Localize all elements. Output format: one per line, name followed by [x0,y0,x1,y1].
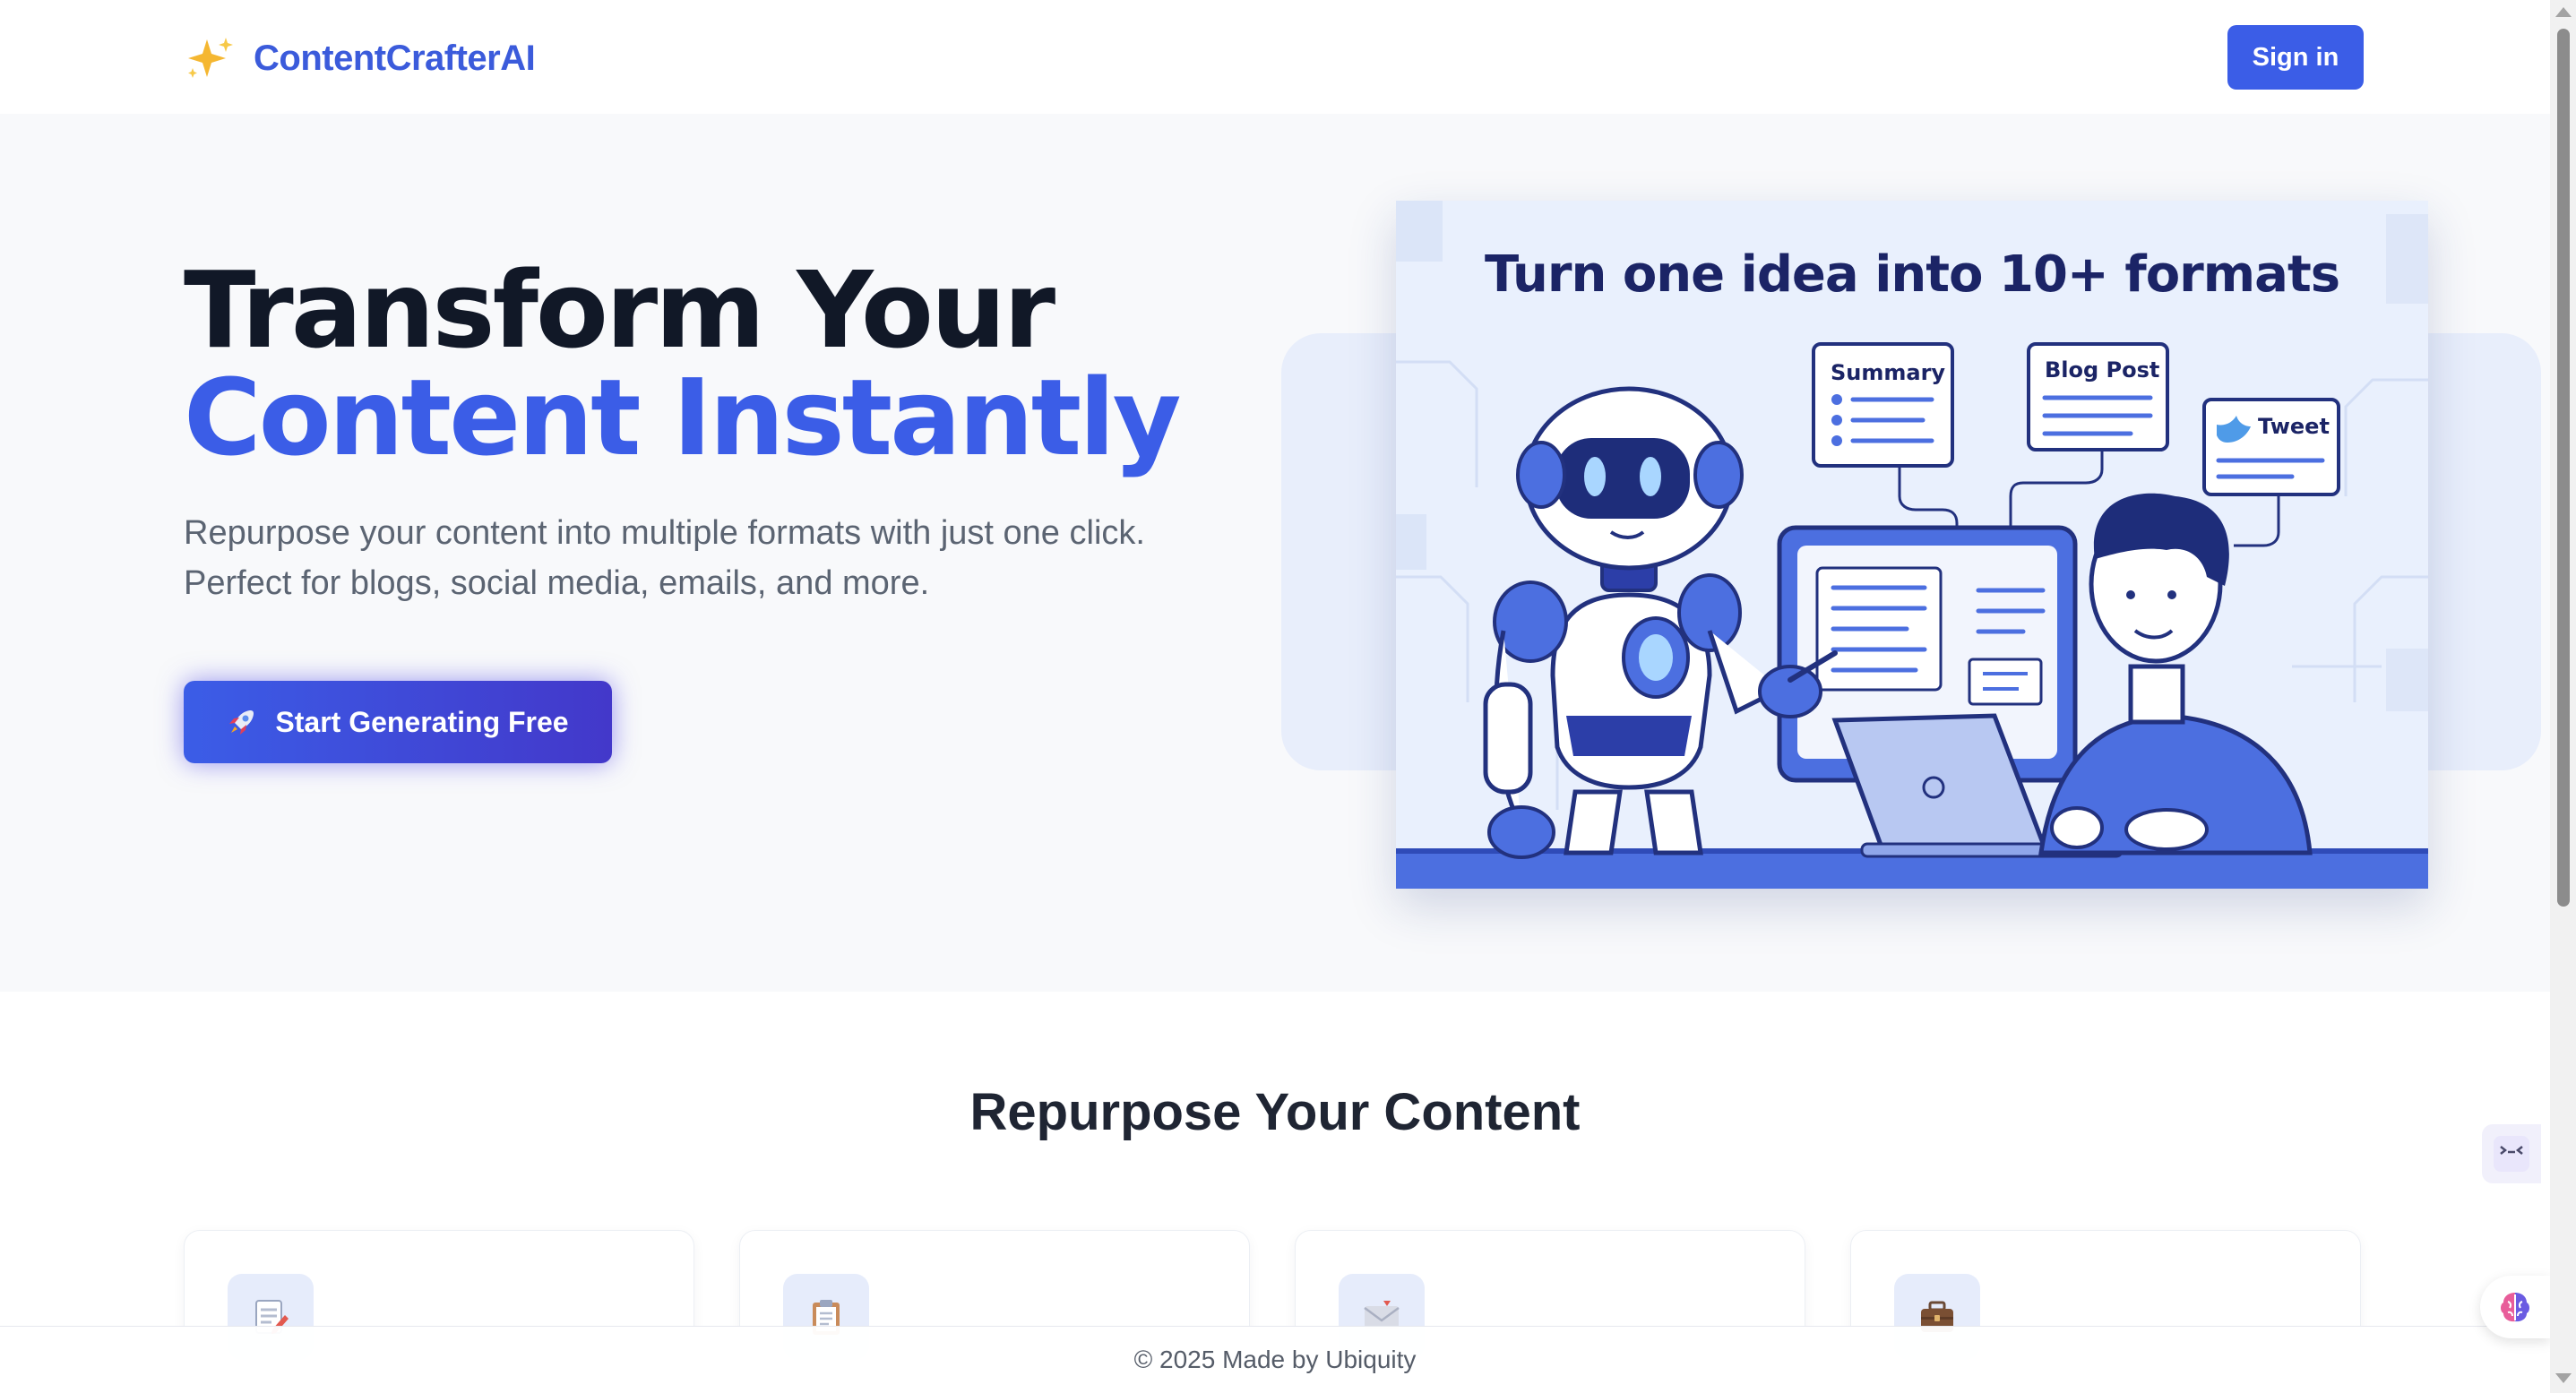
hero-subtitle-line1: Repurpose your content into multiple for… [184,514,1145,552]
hero-title-line1: Transform Your [184,248,1055,372]
sign-in-button[interactable]: Sign in [2227,25,2364,90]
hero-section: Transform Your Content Instantly Repurpo… [0,114,2550,992]
scroll-thumb[interactable] [2557,29,2570,907]
hero-illustration: Turn one idea into 10+ formats Summary B… [1396,201,2428,889]
footer-text: © 2025 Made by Ubiquity [1133,1346,1417,1373]
illustration-title: Turn one idea into 10+ formats [1484,245,2340,304]
sparkles-icon [188,38,233,78]
start-generating-button[interactable]: Start Generating Free [184,681,612,763]
page-scrollbar[interactable] [2550,0,2576,1393]
hero-subtitle-line2: Perfect for blogs, social media, emails,… [184,564,930,602]
rocket-icon [229,710,254,735]
brand-logo[interactable]: ContentCrafterAI [184,36,536,81]
hero-title: Transform Your Content Instantly [184,248,1182,479]
hero-title-line2: Content Instantly [184,356,1182,479]
brand-name: ContentCrafterAI [254,38,536,78]
section-title: Repurpose Your Content [969,1083,1581,1141]
hero-subtitle: Repurpose your content into multiple for… [184,508,1259,608]
sleepy-face-icon [2494,1136,2529,1172]
start-generating-label: Start Generating Free [275,705,569,738]
side-widget[interactable] [2482,1124,2541,1183]
scroll-up-arrow-icon[interactable] [2555,7,2572,17]
summary-card-label: Summary [1831,360,1946,385]
top-header: ContentCrafterAI Sign in [0,0,2550,114]
ai-assistant-button[interactable] [2480,1276,2550,1338]
tweet-card-label: Tweet [2258,414,2330,439]
brain-icon [2501,1293,2529,1322]
footer: © 2025 Made by Ubiquity [0,1326,2550,1393]
robot-and-person-illustration [1396,201,2428,889]
scroll-down-arrow-icon[interactable] [2555,1373,2572,1383]
blog-post-card-label: Blog Post [2045,357,2160,383]
